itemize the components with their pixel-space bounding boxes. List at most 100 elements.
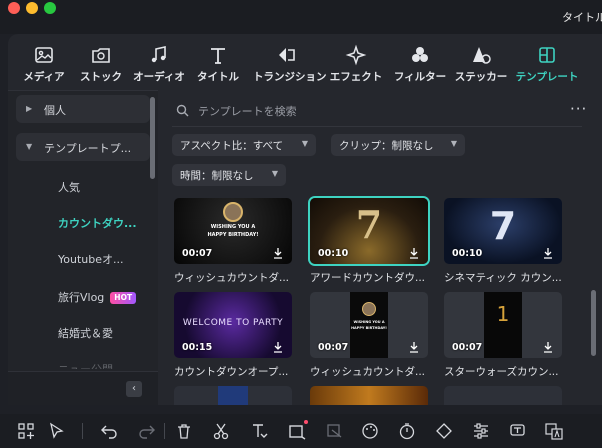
sidebar-item-wedding[interactable]: 結婚式＆愛 (58, 325, 113, 341)
maximize-window-button[interactable] (44, 2, 56, 14)
toolbar-divider (164, 423, 165, 439)
speech-to-text-icon (510, 424, 525, 436)
thumbnail-caption: WISHING YOU A (210, 224, 256, 230)
translate-button[interactable] (545, 422, 563, 440)
aspect-ratio-filter-label: アスペクト比：すべて (180, 140, 284, 152)
thumbnail-number: 7 (355, 202, 383, 247)
tab-titles[interactable]: タイトル (184, 44, 252, 90)
sidebar-item-countdown[interactable]: カウントダウ... (58, 215, 137, 231)
chevron-down-icon: ▼ (26, 142, 33, 151)
more-options-button[interactable]: ··· (570, 102, 590, 118)
search-input[interactable]: テンプレートを検索 (198, 103, 297, 119)
speed-button[interactable] (398, 422, 416, 440)
template-card[interactable]: WELCOME TO PARTY 00:15 カウントダウンオープ... (174, 292, 292, 379)
download-icon[interactable] (408, 247, 420, 259)
window-title: タイトル (562, 11, 602, 24)
download-icon[interactable] (272, 341, 284, 353)
clip-filter[interactable]: クリップ：制限なし ▼ (331, 134, 465, 156)
color-button[interactable] (361, 422, 379, 440)
duration-label: 00:10 (452, 248, 483, 259)
template-thumbnail[interactable]: WELCOME TO PARTY 00:15 (174, 292, 292, 358)
undo-icon (101, 425, 117, 439)
download-icon[interactable] (542, 247, 554, 259)
stock-icon (90, 44, 112, 66)
tab-effects[interactable]: エフェクト (322, 44, 390, 90)
notification-dot (304, 420, 308, 424)
template-thumbnail[interactable]: 7 00:10 (444, 198, 562, 264)
template-grid-icon (536, 44, 558, 66)
template-title: シネマティック カウン... (444, 272, 562, 284)
template-card-partial[interactable] (310, 386, 428, 405)
scissors-icon (213, 423, 229, 440)
sidebar-item-personal[interactable]: ▶ 個人 (16, 95, 150, 123)
sidebar-scrollbar[interactable] (150, 97, 155, 179)
keyframe-icon (436, 423, 452, 439)
grid-icon (18, 423, 34, 439)
crop-button[interactable] (288, 420, 308, 440)
keyframe-button[interactable] (435, 422, 453, 440)
template-card[interactable]: WISHING YOU A HAPPY BIRTHDAY! 00:07 ウィッシ… (310, 292, 428, 379)
tab-filters[interactable]: フィルター (386, 44, 454, 90)
palette-icon (362, 423, 378, 439)
download-icon[interactable] (408, 341, 420, 353)
chevron-down-icon: ▼ (301, 139, 308, 148)
template-card[interactable]: WISHING YOU A HAPPY BIRTHDAY! 00:07 ウィッシ… (174, 198, 292, 285)
tab-transition[interactable]: トランジション (253, 44, 327, 90)
tab-stickers-label: ステッカー (454, 71, 508, 83)
template-thumbnail[interactable]: WISHING YOU A HAPPY BIRTHDAY! 00:07 (310, 292, 428, 358)
image-icon (33, 44, 55, 66)
text-button[interactable] (250, 422, 268, 440)
search-icon (176, 102, 189, 121)
tab-filters-label: フィルター (393, 71, 447, 83)
sparkle-icon (345, 44, 367, 66)
template-card[interactable]: 7 00:10 シネマティック カウン... (444, 198, 562, 285)
title-bar: タイトル (0, 0, 602, 34)
time-filter[interactable]: 時間：制限なし ▼ (172, 164, 286, 186)
aspect-ratio-filter[interactable]: アスペクト比：すべて ▼ (172, 134, 316, 156)
template-thumbnail[interactable]: 7 00:10 (310, 198, 428, 264)
text-t-icon (253, 424, 268, 438)
redo-button[interactable] (138, 422, 156, 440)
thumbnail-preview (218, 386, 248, 405)
filter-circles-icon (409, 44, 431, 66)
template-thumbnail[interactable]: 1 00:07 (444, 292, 562, 358)
mask-icon (327, 424, 342, 438)
template-card[interactable]: 1 00:07 スターウォーズカウン... (444, 292, 562, 379)
tab-audio-label: オーディオ (133, 71, 185, 83)
delete-button[interactable] (175, 422, 193, 440)
search-bar[interactable]: テンプレートを検索 ··· (172, 96, 586, 122)
template-title: アワードカウントダウ... (310, 272, 426, 284)
sidebar-item-partial[interactable]: ニュー公開 (58, 361, 113, 369)
duration-label: 00:10 (318, 248, 349, 259)
sliders-icon (474, 423, 488, 439)
template-card-partial[interactable] (174, 386, 292, 405)
layout-grid-button[interactable] (17, 422, 35, 440)
mask-button[interactable] (326, 422, 344, 440)
close-window-button[interactable] (8, 2, 20, 14)
ai-text-button[interactable] (509, 422, 527, 440)
download-icon[interactable] (272, 247, 284, 259)
template-card-selected[interactable]: 7 00:10 アワードカウントダウ... (310, 198, 428, 285)
split-button[interactable] (212, 422, 230, 440)
sidebar-item-travel-vlog[interactable]: 旅行Vlog HOT (58, 289, 137, 305)
collapse-sidebar-button[interactable]: ‹ (126, 381, 142, 397)
crop-icon (289, 425, 306, 440)
minimize-window-button[interactable] (26, 2, 38, 14)
content-scrollbar[interactable] (591, 290, 596, 356)
tab-stickers[interactable]: ステッカー (447, 44, 515, 90)
template-card-partial[interactable] (444, 386, 562, 405)
sidebar-item-label: テンプレートプ... (44, 142, 132, 155)
undo-button[interactable] (100, 422, 118, 440)
tab-templates[interactable]: テンプレート (513, 44, 581, 90)
tab-audio[interactable]: オーディオ (125, 44, 193, 90)
select-tool-button[interactable] (48, 422, 66, 440)
template-thumbnail[interactable]: WISHING YOU A HAPPY BIRTHDAY! 00:07 (174, 198, 292, 264)
download-icon[interactable] (542, 341, 554, 353)
sidebar-item-popular[interactable]: 人気 (58, 179, 80, 195)
duration-label: 00:07 (318, 342, 349, 353)
sidebar-item-youtube[interactable]: Youtubeオ... (58, 251, 123, 267)
adjust-button[interactable] (472, 422, 490, 440)
portrait-frame: 1 (484, 292, 522, 358)
media-panel: メディア ストック オーディオ タイトル トランジション エフェクト フィルター… (8, 34, 602, 405)
sidebar-item-template-pack[interactable]: ▼ テンプレートプ... (16, 133, 150, 161)
